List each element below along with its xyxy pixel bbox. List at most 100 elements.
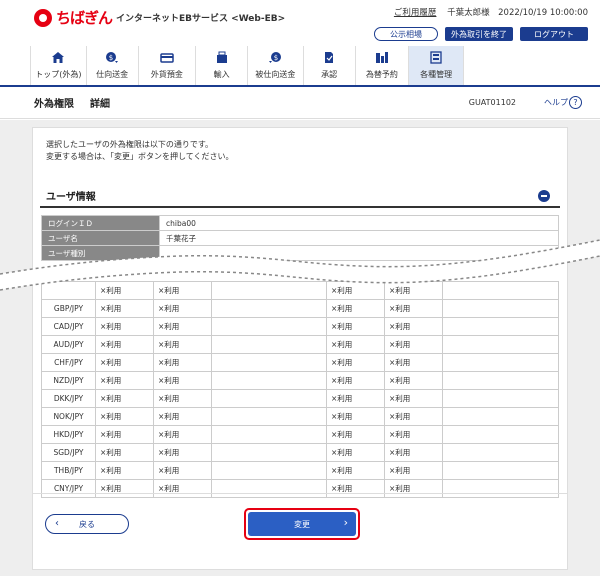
permission-cell: ×利用 (326, 461, 385, 480)
table-row: SGD/JPY ×利用 ×利用 ×利用 ×利用 (41, 443, 559, 462)
permission-cell: ×利用 (95, 425, 154, 444)
nav-label: トップ(外為) (35, 70, 82, 79)
svg-text:$: $ (274, 54, 278, 62)
permission-cell: ×利用 (326, 335, 385, 354)
nav-label: 被仕向送金 (255, 70, 296, 79)
chevron-left-icon: ‹ (55, 518, 59, 529)
permission-cell: ×利用 (95, 407, 154, 426)
fx-permission-table: ×利用 ×利用 ×利用 ×利用 GBP/JPY ×利用 ×利用 ×利用 ×利用 CAD/JPY ×利… (41, 281, 559, 498)
nav-item-import[interactable]: 輸入 (195, 46, 247, 85)
permission-cell: ×利用 (95, 353, 154, 372)
table-row: CAD/JPY ×利用 ×利用 ×利用 ×利用 (41, 317, 559, 336)
bank-logo: ちばぎん インターネットEBサービス <Web-EB> (34, 7, 285, 28)
approval-icon (322, 51, 336, 64)
page-title: 外為権限 (34, 99, 74, 110)
change-label: 変更 (294, 519, 310, 529)
currency-pair: AUD/JPY (41, 335, 96, 354)
permission-cell (211, 353, 327, 372)
inward-remittance-icon: $ (268, 51, 282, 64)
usage-history-link[interactable]: ご利用履歴 (394, 8, 437, 18)
svg-text:$: $ (109, 54, 113, 62)
permission-cell: ×利用 (95, 443, 154, 462)
table-row: DKK/JPY ×利用 ×利用 ×利用 ×利用 (41, 389, 559, 408)
permission-cell: ×利用 (153, 371, 212, 390)
permission-cell: ×利用 (384, 353, 443, 372)
permission-cell: ×利用 (384, 461, 443, 480)
fx-contract-icon (375, 51, 389, 64)
back-button[interactable]: ‹ 戻る (45, 514, 129, 534)
permission-cell: ×利用 (153, 461, 212, 480)
permission-cell: ×利用 (384, 443, 443, 462)
nav-item-top[interactable]: トップ(外為) (30, 46, 86, 85)
currency-pair: NZD/JPY (41, 371, 96, 390)
section-divider (40, 206, 560, 208)
currency-pair: SGD/JPY (41, 443, 96, 462)
permission-cell (442, 461, 559, 480)
permission-cell (211, 461, 327, 480)
nav-item-fx-contract[interactable]: 為替予約 (354, 46, 409, 85)
permission-cell: ×利用 (326, 371, 385, 390)
permission-cell: ×利用 (95, 317, 154, 336)
rate-button[interactable]: 公示相場 (374, 27, 438, 41)
permission-cell: ×利用 (95, 299, 154, 318)
nav-item-admin[interactable]: 各種管理 (408, 46, 465, 85)
permission-cell: ×利用 (326, 317, 385, 336)
permission-cell (442, 317, 559, 336)
permission-cell (211, 371, 327, 390)
permission-cell (442, 407, 559, 426)
logo-text: ちばぎん (56, 9, 113, 27)
nav-label: 仕向送金 (96, 70, 129, 79)
user-line: ご利用履歴 千葉太郎様 2022/10/19 10:00:00 (394, 6, 588, 18)
permission-cell: ×利用 (384, 479, 443, 498)
permission-cell: ×利用 (153, 317, 212, 336)
currency-pair: GBP/JPY (41, 299, 96, 318)
permission-cell (442, 479, 559, 498)
collapse-icon[interactable] (538, 190, 550, 202)
remittance-icon: $ (105, 51, 119, 64)
permission-cell: ×利用 (326, 353, 385, 372)
permission-cell: ×利用 (95, 461, 154, 480)
permission-cell: ×利用 (95, 335, 154, 354)
chevron-right-icon: › (343, 516, 348, 529)
currency-pair: CNY/JPY (41, 479, 96, 498)
permission-cell (211, 407, 327, 426)
permission-cell (442, 371, 559, 390)
nav-item-inward-remittance[interactable]: $ 被仕向送金 (247, 46, 303, 85)
info-key: ログインＩＤ (41, 215, 160, 231)
instruction-line: 変更する場合は、「変更」ボタンを押してください。 (46, 152, 234, 161)
permission-cell (211, 443, 327, 462)
permission-cell (211, 479, 327, 498)
section-title: ユーザ情報 (46, 192, 96, 203)
nav-item-approval[interactable]: 承認 (302, 46, 355, 85)
permission-cell: ×利用 (326, 443, 385, 462)
nav-item-outward-remittance[interactable]: $ 仕向送金 (85, 46, 138, 85)
end-fx-button[interactable]: 外為取引を終了 (445, 27, 513, 41)
nav-label: 為替予約 (365, 70, 398, 79)
permission-cell (442, 389, 559, 408)
table-row: CNY/JPY ×利用 ×利用 ×利用 ×利用 (41, 479, 559, 498)
logout-button[interactable]: ログアウト (520, 27, 588, 41)
help-icon[interactable]: ? (569, 96, 582, 109)
info-value: chiba00 (159, 215, 559, 231)
permission-cell (211, 317, 327, 336)
permission-cell: ×利用 (95, 371, 154, 390)
service-name: インターネットEBサービス <Web-EB> (116, 14, 286, 24)
permission-cell: ×利用 (326, 389, 385, 408)
help-link[interactable]: ヘルプ (544, 97, 568, 108)
permission-cell (442, 299, 559, 318)
deposit-icon (160, 51, 174, 64)
permission-cell: ×利用 (326, 407, 385, 426)
permission-cell (442, 443, 559, 462)
permission-cell (211, 425, 327, 444)
permission-cell: ×利用 (153, 443, 212, 462)
permission-cell (442, 335, 559, 354)
permission-cell: ×利用 (153, 353, 212, 372)
change-button[interactable]: 変更 › (248, 512, 356, 536)
user-info-text: 千葉太郎様 2022/10/19 10:00:00 (447, 8, 588, 18)
main-nav: トップ(外為) $ 仕向送金 外貨預金 輸入 $ 被仕向送金 承認 為替予約 各… (30, 46, 465, 85)
nav-item-fx-deposit[interactable]: 外貨預金 (137, 46, 196, 85)
permission-cell: ×利用 (384, 299, 443, 318)
permission-cell (211, 389, 327, 408)
permission-cell: ×利用 (384, 425, 443, 444)
permission-cell: ×利用 (153, 479, 212, 498)
